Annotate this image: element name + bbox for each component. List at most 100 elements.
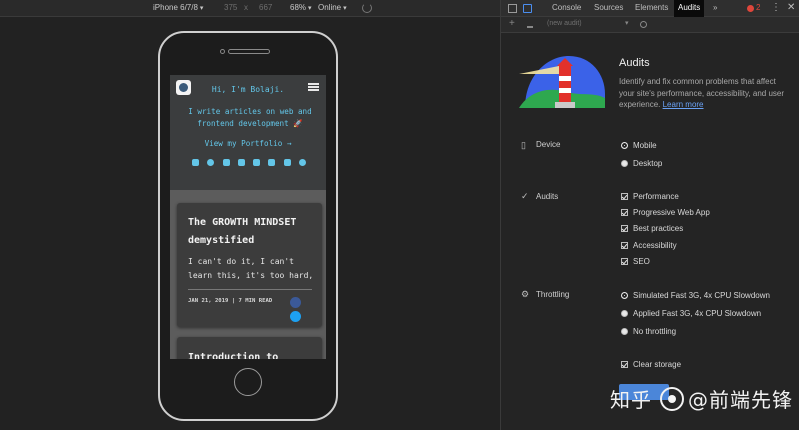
speaker-icon: [228, 49, 270, 54]
youtube-icon[interactable]: [283, 159, 291, 166]
checkbox-checked[interactable]: [621, 258, 628, 265]
new-audit-icon[interactable]: +: [509, 18, 515, 29]
site-header: Hi, I'm Bolaji. I write articles on web …: [170, 75, 326, 190]
desktop-label: Desktop: [633, 159, 663, 168]
radio-selected[interactable]: [621, 292, 628, 299]
article-title[interactable]: Introduction to JavaScript Switch: [188, 349, 316, 359]
checkmark-icon: ✓: [521, 191, 529, 201]
throttling-none-radio[interactable]: No throttling: [621, 327, 676, 336]
error-icon[interactable]: [747, 5, 754, 12]
article-card[interactable]: Introduction to JavaScript Switch: [177, 337, 322, 359]
rotate-icon[interactable]: [362, 3, 372, 13]
simulated-label: Simulated Fast 3G, 4x CPU Slowdown: [633, 291, 770, 300]
linkedin-icon[interactable]: [237, 159, 245, 166]
more-tabs-button[interactable]: »: [713, 3, 717, 12]
gear-icon: ⚙: [521, 289, 530, 299]
clear-storage-checkbox[interactable]: Clear storage: [621, 360, 681, 369]
download-report-icon[interactable]: [527, 21, 533, 28]
width-input[interactable]: 375: [224, 3, 237, 12]
watermark-left-text: 知乎: [610, 388, 652, 412]
audit-select[interactable]: (new audit): [547, 20, 582, 27]
zoom-select[interactable]: 68%: [290, 3, 311, 12]
dimension-separator: x: [244, 3, 248, 12]
device-select[interactable]: iPhone 6/7/8: [153, 3, 203, 12]
email-icon[interactable]: [192, 159, 199, 166]
audits-section-label: Audits: [536, 192, 559, 201]
pwa-label: Progressive Web App: [633, 208, 710, 217]
twitter-icon[interactable]: [222, 159, 230, 166]
checkbox-checked[interactable]: [621, 361, 628, 368]
camera-icon: [220, 49, 225, 54]
tab-audits[interactable]: Audits: [674, 0, 705, 17]
home-button[interactable]: [234, 368, 262, 396]
device-icon: ▯: [521, 140, 526, 150]
error-count[interactable]: 2: [756, 3, 760, 12]
radio-selected[interactable]: [621, 142, 628, 149]
throttling-section-label: Throttling: [536, 290, 570, 299]
device-desktop-radio[interactable]: Desktop: [621, 159, 662, 168]
audit-best-practices-checkbox[interactable]: Best practices: [621, 224, 683, 233]
facebook-icon[interactable]: [253, 159, 261, 166]
audits-title: Audits: [619, 57, 650, 69]
greeting-text: Hi, I'm Bolaji.: [211, 85, 285, 94]
accessibility-label: Accessibility: [633, 241, 677, 250]
radio-unselected[interactable]: [621, 328, 628, 335]
inspect-element-icon[interactable]: [508, 4, 517, 13]
throttling-applied-radio[interactable]: Applied Fast 3G, 4x CPU Slowdown: [621, 309, 761, 318]
best-practices-label: Best practices: [633, 224, 684, 233]
devtools-panel: Console Sources Elements Audits » 2 ⋮ ✕ …: [500, 0, 799, 430]
seo-label: SEO: [633, 257, 650, 266]
social-links: [192, 159, 306, 166]
tab-elements[interactable]: Elements: [635, 3, 668, 12]
chevron-down-icon[interactable]: ▾: [625, 19, 629, 27]
applied-label: Applied Fast 3G, 4x CPU Slowdown: [633, 309, 762, 318]
network-select[interactable]: Online: [318, 3, 347, 12]
audit-seo-checkbox[interactable]: SEO: [621, 257, 650, 266]
clear-storage-label: Clear storage: [633, 360, 682, 369]
checkbox-checked[interactable]: [621, 225, 628, 232]
height-input[interactable]: 667: [259, 3, 272, 12]
checkbox-checked[interactable]: [621, 242, 628, 249]
devtools-tabbar: Console Sources Elements Audits » 2 ⋮ ✕: [501, 0, 799, 17]
github-icon[interactable]: [207, 159, 215, 166]
screenshot-root: iPhone 6/7/8 375 x 667 68% Online Hi, I'…: [0, 0, 799, 430]
device-mobile-radio[interactable]: Mobile: [621, 141, 657, 150]
instagram-icon[interactable]: [268, 159, 276, 166]
audits-toolbar: + (new audit) ▾: [501, 17, 799, 33]
lighthouse-logo-icon: [519, 56, 605, 108]
audit-accessibility-checkbox[interactable]: Accessibility: [621, 241, 677, 250]
learn-more-link[interactable]: Learn more: [663, 100, 704, 109]
throttling-simulated-radio[interactable]: Simulated Fast 3G, 4x CPU Slowdown: [621, 291, 770, 300]
checkbox-checked[interactable]: [621, 209, 628, 216]
portfolio-link[interactable]: View my Portfolio →: [170, 139, 326, 148]
audit-performance-checkbox[interactable]: Performance: [621, 192, 679, 201]
card-divider: [188, 289, 312, 290]
radio-unselected[interactable]: [621, 160, 628, 167]
mobile-label: Mobile: [633, 141, 657, 150]
clear-icon[interactable]: [640, 21, 647, 28]
audit-pwa-checkbox[interactable]: Progressive Web App: [621, 208, 710, 217]
device-toggle-icon[interactable]: [523, 4, 532, 13]
twitter-share-icon[interactable]: [290, 311, 301, 322]
watermark-right-text: @前端先锋: [688, 388, 793, 412]
devtools-menu-icon[interactable]: ⋮: [771, 2, 781, 13]
article-meta: JAN 21, 2019 | 7 MIN READ: [188, 298, 273, 304]
checkbox-checked[interactable]: [621, 193, 628, 200]
phone-frame: Hi, I'm Bolaji. I write articles on web …: [158, 31, 338, 421]
no-throttling-label: No throttling: [633, 327, 677, 336]
article-title[interactable]: The GROWTH MINDSET demystified: [188, 214, 316, 250]
facebook-share-icon[interactable]: [290, 297, 301, 308]
audits-description: Identify and fix common problems that af…: [619, 76, 791, 111]
close-devtools-icon[interactable]: ✕: [787, 2, 795, 13]
rss-icon[interactable]: [298, 159, 306, 166]
tab-sources[interactable]: Sources: [594, 3, 623, 12]
article-excerpt: I can't do it, I can't learn this, it's …: [188, 257, 314, 280]
tab-console[interactable]: Console: [552, 3, 581, 12]
watermark-logo-icon: [660, 386, 684, 411]
radio-unselected[interactable]: [621, 310, 628, 317]
bio-text: I write articles on web and frontend dev…: [188, 107, 312, 128]
performance-label: Performance: [633, 192, 679, 201]
emulation-stage: Hi, I'm Bolaji. I write articles on web …: [0, 17, 500, 430]
watermark: 知乎 @前端先锋: [610, 384, 793, 413]
article-card[interactable]: The GROWTH MINDSET demystified I can't d…: [177, 203, 322, 327]
